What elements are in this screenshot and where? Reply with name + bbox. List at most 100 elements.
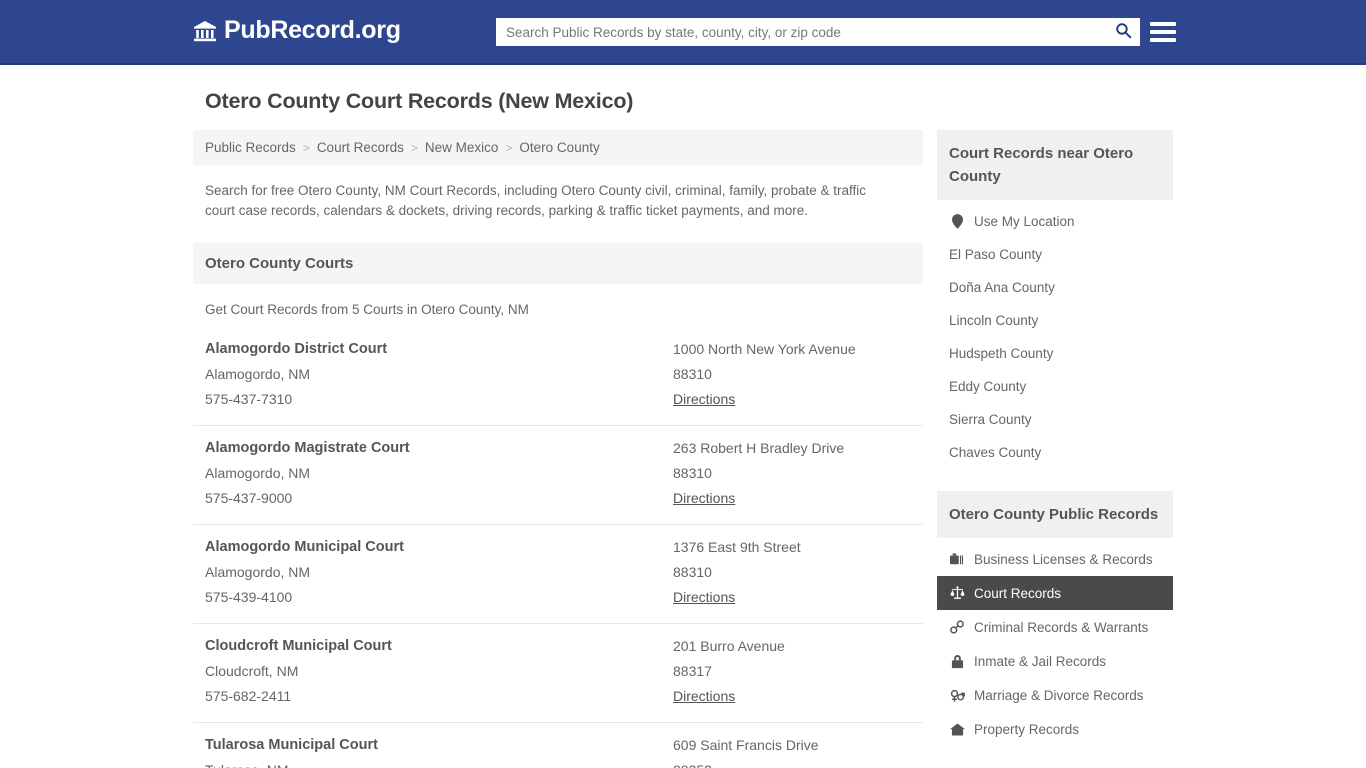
- court-zip-code: 88310: [673, 564, 712, 580]
- hamburger-menu-icon-bar: [1150, 30, 1176, 34]
- sidebar-item-label: Inmate & Jail Records: [974, 653, 1107, 669]
- sidebar-item-label: Chaves County: [949, 445, 1042, 460]
- sidebar-nearby-item-lincoln-county[interactable]: Lincoln County: [937, 304, 1173, 337]
- court-name: Alamogordo Magistrate Court: [205, 440, 410, 456]
- court-list: Alamogordo District Court Alamogordo, NM 5…: [193, 327, 923, 768]
- sidebar-item-label: Lincoln County: [949, 313, 1039, 328]
- directions-link[interactable]: Directions: [673, 589, 735, 605]
- sidebar-records-item-marriage-divorce-records[interactable]: Marriage & Divorce Records: [937, 678, 1173, 712]
- venus-mars-icon: [949, 687, 965, 703]
- court-name: Tularosa Municipal Court: [205, 737, 378, 753]
- directions-link[interactable]: Directions: [673, 391, 735, 407]
- search-icon: [1115, 22, 1132, 42]
- directions-link[interactable]: Directions: [673, 490, 735, 506]
- public-records-list: Business Licenses & Records Court Records…: [937, 542, 1173, 746]
- court-zip-code: 88310: [673, 465, 712, 481]
- sidebar-nearby-item-chaves-county[interactable]: Chaves County: [937, 436, 1173, 469]
- court-row: Alamogordo District Court Alamogordo, NM 5…: [193, 327, 923, 426]
- sidebar-item-label: Doña Ana County: [949, 280, 1055, 295]
- sidebar-records-item-criminal-records-warrants[interactable]: Criminal Records & Warrants: [937, 610, 1173, 644]
- court-phone: 575-682-2411: [205, 688, 292, 704]
- court-city-state: Tularosa, NM: [205, 762, 673, 768]
- courts-section-subheading: Get Court Records from 5 Courts in Otero…: [205, 302, 529, 317]
- hamburger-menu-button[interactable]: [1150, 18, 1176, 46]
- court-street-address: 1376 East 9th Street: [673, 539, 801, 555]
- sidebar-item-label: Business Licenses & Records: [974, 551, 1153, 567]
- court-zip-code: 88352: [673, 762, 911, 768]
- page-title: Otero County Court Records (New Mexico): [205, 89, 634, 113]
- sidebar-item-label: Property Records: [974, 721, 1080, 737]
- court-row: Alamogordo Magistrate Court Alamogordo, N…: [193, 426, 923, 525]
- court-phone: 575-437-7310: [205, 391, 293, 407]
- breadcrumb-separator: >: [410, 140, 418, 155]
- content-columns: Public Records > Court Records > New Mex…: [193, 130, 1173, 768]
- sidebar-nearby-item-el-paso-county[interactable]: El Paso County: [937, 238, 1173, 271]
- court-info-left: Tularosa Municipal CourtTularosa, NM575-…: [205, 737, 673, 768]
- court-name: Alamogordo Municipal Court: [205, 539, 404, 555]
- briefcase-icon: [949, 551, 965, 567]
- sidebar-item-label: Court Records: [974, 585, 1062, 601]
- house-icon: [949, 721, 965, 737]
- search-bar: [496, 18, 1140, 46]
- site-logo[interactable]: PubRecord.org: [193, 18, 401, 43]
- court-city-state: Alamogordo, NM: [205, 366, 311, 382]
- court-info-left: Alamogordo Municipal Court Alamogordo, NM…: [205, 539, 673, 607]
- court-zip-code: 88317: [673, 663, 712, 679]
- court-street-address: 1000 North New York Avenue: [673, 341, 856, 357]
- hamburger-menu-icon-bar: [1150, 38, 1176, 42]
- court-street-address: 201 Burro Avenue: [673, 638, 785, 654]
- sidebar-item-label: Use My Location: [974, 213, 1075, 229]
- sidebar-item-label: Hudspeth County: [949, 346, 1054, 361]
- court-info-right: 609 Saint Francis Drive88352Directions: [673, 737, 911, 768]
- court-city-state: Alamogordo, NM: [205, 564, 311, 580]
- court-row: Alamogordo Municipal Court Alamogordo, NM…: [193, 525, 923, 624]
- court-info-right: 201 Burro Avenue 88317 Directions: [673, 638, 911, 706]
- sidebar: Court Records near Otero County Use My L…: [937, 130, 1173, 768]
- breadcrumb-separator: >: [302, 140, 310, 155]
- site-header: PubRecord.org: [0, 0, 1366, 65]
- sidebar-nearby-item-use-my-location[interactable]: Use My Location: [937, 204, 1173, 238]
- court-row: Cloudcroft Municipal Court Cloudcroft, NM…: [193, 624, 923, 723]
- court-row: Tularosa Municipal CourtTularosa, NM575-…: [193, 723, 923, 768]
- main-content: Public Records > Court Records > New Mex…: [193, 130, 923, 768]
- sidebar-nearby-item-eddy-county[interactable]: Eddy County: [937, 370, 1173, 403]
- sidebar-records-item-court-records[interactable]: Court Records: [937, 576, 1173, 610]
- court-street-address: 263 Robert H Bradley Drive: [673, 440, 845, 456]
- breadcrumb-separator: >: [505, 140, 513, 155]
- sidebar-records-item-business-licenses-records[interactable]: Business Licenses & Records: [937, 542, 1173, 576]
- directions-link[interactable]: Directions: [673, 688, 735, 704]
- court-name: Cloudcroft Municipal Court: [205, 638, 392, 654]
- sidebar-item-label: Marriage & Divorce Records: [974, 687, 1144, 703]
- court-info-right: 263 Robert H Bradley Drive 88310 Direction…: [673, 440, 911, 508]
- hamburger-menu-icon-bar: [1150, 22, 1176, 26]
- breadcrumb-item-new-mexico[interactable]: New Mexico: [425, 140, 499, 155]
- site-name: PubRecord.org: [224, 16, 401, 44]
- court-info-left: Alamogordo Magistrate Court Alamogordo, N…: [205, 440, 673, 508]
- map-pin-icon: [949, 213, 965, 229]
- sidebar-item-label: El Paso County: [949, 247, 1043, 262]
- sidebar-records-item-property-records[interactable]: Property Records: [937, 712, 1173, 746]
- breadcrumb-item-public-records[interactable]: Public Records: [205, 140, 296, 155]
- sidebar-nearby-item-hudspeth-county[interactable]: Hudspeth County: [937, 337, 1173, 370]
- scales-icon: [949, 585, 965, 601]
- bank-icon: [193, 19, 217, 43]
- court-street-address: 609 Saint Francis Drive: [673, 737, 819, 753]
- sidebar-item-label: Sierra County: [949, 412, 1032, 427]
- court-city-state: Alamogordo, NM: [205, 465, 311, 481]
- page-intro-text: Search for free Otero County, NM Court R…: [205, 183, 866, 218]
- search-input[interactable]: [496, 18, 1106, 46]
- sidebar-item-label: Criminal Records & Warrants: [974, 619, 1149, 635]
- sidebar-records-item-inmate-jail-records[interactable]: Inmate & Jail Records: [937, 644, 1173, 678]
- nearby-records-heading: Court Records near Otero County: [937, 130, 1173, 200]
- sidebar-nearby-item-sierra-county[interactable]: Sierra County: [937, 403, 1173, 436]
- breadcrumb-item-court-records[interactable]: Court Records: [317, 140, 404, 155]
- court-phone: 575-439-4100: [205, 589, 293, 605]
- sidebar-nearby-item-do-a-ana-county[interactable]: Doña Ana County: [937, 271, 1173, 304]
- handcuffs-icon: [949, 619, 965, 635]
- lock-icon: [949, 653, 965, 669]
- page-container: Otero County Court Records (New Mexico) …: [0, 89, 1366, 768]
- nearby-counties-list: Use My Location El Paso County Doña Ana Co…: [937, 204, 1173, 469]
- breadcrumb-item-otero-county[interactable]: Otero County: [519, 140, 599, 155]
- search-button[interactable]: [1106, 18, 1140, 46]
- court-phone: 575-437-9000: [205, 490, 293, 506]
